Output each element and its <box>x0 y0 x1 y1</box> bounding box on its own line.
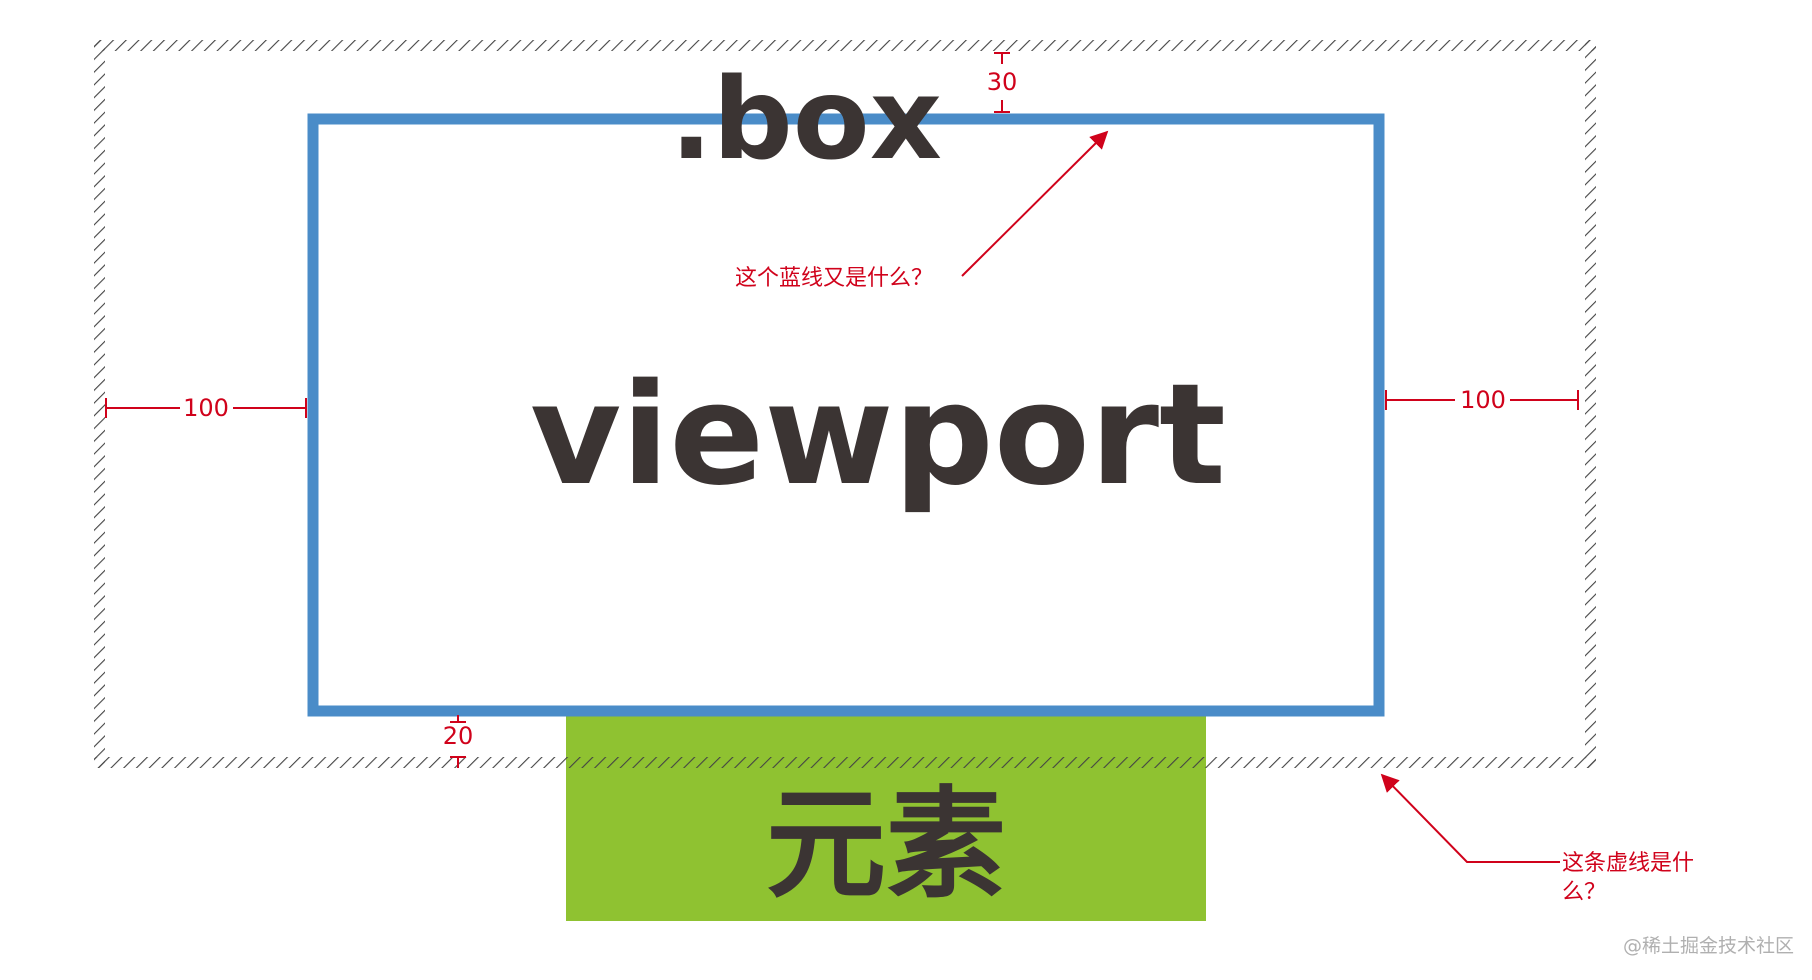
dashed-line-arrow <box>1380 773 1560 863</box>
sticky-viewport-diagram: .box viewport 元素 30 20 100 100 这个蓝线又是什么？… <box>94 40 1794 957</box>
dashed-line-question-line2: 么？ <box>1562 880 1606 905</box>
dashed-line-question-line1: 这条虚线是什 <box>1562 851 1694 876</box>
watermark: @稀土掘金技术社区 <box>1623 935 1794 957</box>
dashed-boundary-right <box>1585 40 1596 768</box>
blue-line-question: 这个蓝线又是什么？ <box>735 266 933 291</box>
right-gap-value: 100 <box>1460 386 1506 414</box>
viewport-label: viewport <box>530 354 1226 517</box>
left-gap-value: 100 <box>183 394 229 422</box>
dashed-boundary-left <box>94 40 105 768</box>
box-label: .box <box>670 55 942 185</box>
dashed-boundary-over-element <box>566 757 1206 768</box>
bottom-gap-value: 20 <box>443 722 474 750</box>
top-gap-value: 30 <box>987 68 1018 96</box>
element-label: 元素 <box>766 776 1006 915</box>
dashed-boundary-top <box>94 40 1596 51</box>
